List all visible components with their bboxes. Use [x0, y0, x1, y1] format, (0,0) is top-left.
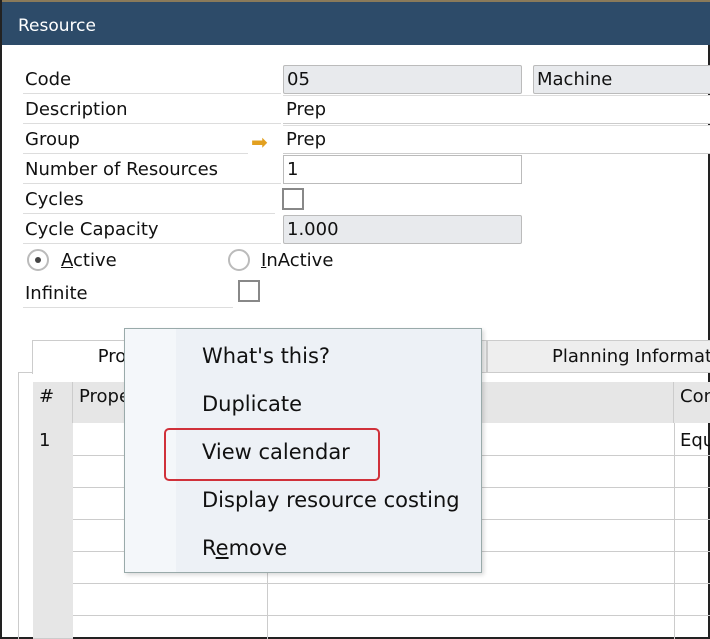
code-label: Code	[23, 66, 281, 94]
group-field[interactable]: Prep	[283, 125, 710, 154]
header-con[interactable]: Con	[674, 382, 710, 423]
infinite-checkbox[interactable]	[238, 280, 260, 302]
number-of-resources-field[interactable]: 1	[283, 155, 522, 184]
menu-item-display-resource-costing[interactable]: Display resource costing	[202, 488, 460, 512]
context-menu: What's this? Duplicate View calendar Dis…	[124, 328, 482, 573]
resource-window: Resource Code 05 Machine Description Pre…	[0, 0, 710, 639]
group-label: Group	[23, 126, 248, 154]
menu-item-whats-this[interactable]: What's this?	[202, 344, 330, 368]
header-number[interactable]: #	[33, 382, 73, 423]
active-label: Active	[61, 250, 117, 271]
infinite-label: Infinite	[23, 280, 233, 308]
table-row-number[interactable]: 1	[33, 424, 50, 451]
link-arrow-icon[interactable]: ➡	[251, 130, 268, 154]
inactive-radio[interactable]	[228, 249, 250, 271]
cycle-capacity-label: Cycle Capacity	[23, 216, 281, 244]
cycle-capacity-field[interactable]: 1.000	[283, 215, 522, 244]
description-field[interactable]: Prep	[283, 95, 710, 124]
cycles-checkbox[interactable]	[282, 188, 304, 210]
code-field[interactable]: 05	[283, 65, 522, 94]
cycles-label: Cycles	[23, 186, 275, 214]
menu-item-remove[interactable]: Remove	[202, 536, 287, 560]
window-title: Resource	[2, 0, 710, 45]
description-label: Description	[23, 96, 281, 124]
table-cell-con[interactable]: Equ	[674, 424, 710, 451]
highlight-box	[164, 428, 380, 481]
inactive-label: InActive	[261, 250, 334, 271]
number-of-resources-label: Number of Resources	[23, 156, 281, 184]
type-field[interactable]: Machine	[533, 65, 710, 94]
tab-planning-information[interactable]: Planning Informat	[487, 340, 710, 372]
row-number-column	[33, 423, 73, 639]
menu-item-duplicate[interactable]: Duplicate	[202, 392, 302, 416]
active-radio[interactable]	[27, 249, 49, 271]
